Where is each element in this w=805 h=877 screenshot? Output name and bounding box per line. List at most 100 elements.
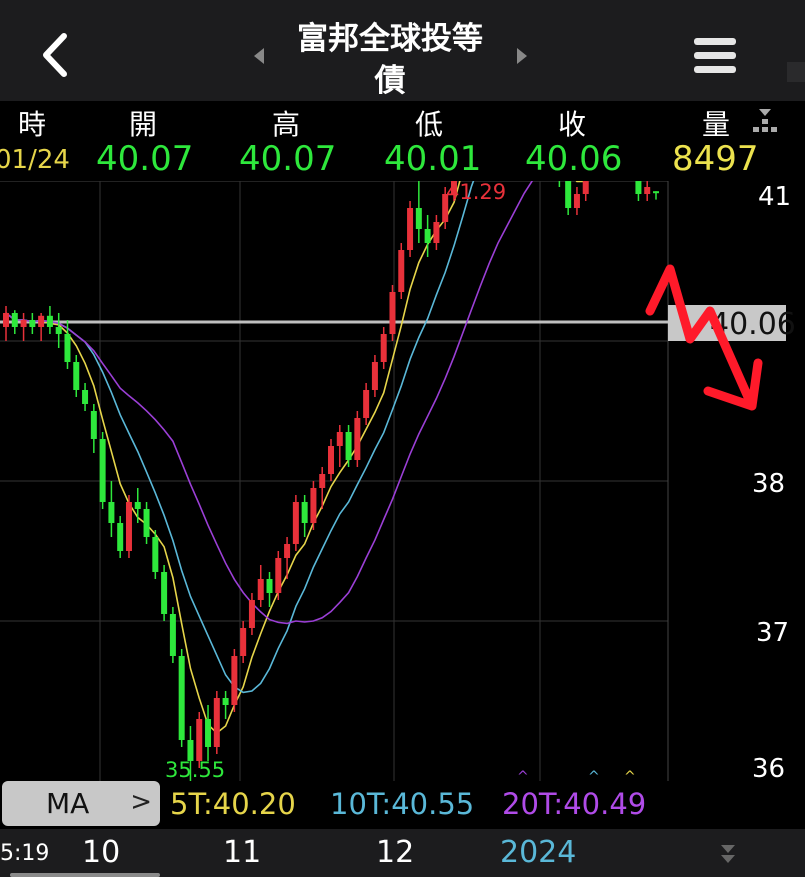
menu-icon[interactable] [690, 34, 740, 78]
time-left-label: 5:19 [0, 841, 50, 866]
quote-close: 40.06 [525, 139, 623, 179]
candle-body [292, 502, 299, 544]
candle-body [573, 194, 580, 208]
high-marker: 41.29 [446, 181, 506, 204]
label-volume: 量 [702, 108, 731, 141]
label-high: 高 [272, 108, 301, 141]
candle-body [55, 327, 62, 334]
quote-high: 40.07 [239, 139, 337, 179]
ma-selector-button[interactable]: MA > [2, 781, 160, 826]
candle-body [284, 544, 291, 558]
next-fund-icon[interactable] [515, 46, 529, 66]
candle-body [240, 628, 247, 656]
prev-fund-icon[interactable] [252, 46, 266, 66]
candle-body [582, 181, 589, 194]
candle-body [275, 558, 282, 593]
candle-body [345, 432, 352, 460]
candle-body [38, 315, 45, 327]
quote-date: 01/24 [0, 145, 70, 175]
y-tick-36: 36 [752, 754, 785, 781]
scroll-indicator [10, 873, 160, 877]
candle-body [46, 315, 53, 327]
candle-body [64, 334, 71, 362]
label-low: 低 [415, 108, 444, 141]
candle-body [73, 362, 80, 390]
candle-body [433, 222, 440, 243]
candle-body [371, 362, 378, 390]
candle-body [389, 292, 396, 334]
title-line2: 債 [374, 63, 406, 99]
time-axis: 5:19 10 11 12 2024 [0, 829, 805, 877]
candle-body [29, 320, 36, 327]
label-time: 時 [18, 108, 47, 141]
header-edge [787, 62, 805, 82]
back-arrow-icon[interactable] [34, 30, 74, 80]
x-tick-10: 10 [82, 835, 121, 870]
candle-body [82, 390, 89, 404]
marker-3: ^ [624, 769, 636, 781]
candle-body [178, 656, 185, 740]
candle-body [415, 208, 422, 229]
candle-body [328, 446, 334, 474]
candle-body [248, 600, 255, 628]
candle-body [653, 191, 659, 194]
quote-row: 時 開 高 低 收 量 01/24 40.07 40.07 40.01 40.0… [0, 101, 805, 181]
candle-body [213, 698, 220, 747]
candle-body [143, 509, 150, 537]
candle-body [134, 502, 141, 509]
candle-body [565, 181, 572, 208]
candle-body [222, 698, 229, 705]
candle-body [644, 187, 651, 194]
candle-body [310, 488, 317, 523]
ma10-value: 10T:40.55 [330, 787, 475, 821]
candle-body [398, 250, 405, 292]
candle-body [152, 537, 159, 572]
marker-1: ^ [517, 769, 529, 781]
candle-body [117, 523, 124, 551]
scroll-down-icon[interactable] [718, 843, 738, 865]
candle-body [257, 579, 264, 600]
low-marker: 35.55 [165, 758, 225, 781]
candle-body [231, 656, 238, 705]
page-title: 富邦全球投等 債 [270, 18, 510, 102]
candle-body [635, 181, 642, 194]
x-tick-12: 12 [376, 835, 415, 870]
chevron-right-icon: > [130, 787, 152, 817]
candle-body [196, 719, 203, 761]
ma-button-label: MA [46, 787, 90, 820]
ma-bar: MA > 5T:40.20 10T:40.55 20T:40.49 [0, 781, 805, 829]
x-tick-11: 11 [223, 835, 262, 870]
ma5-value: 5T:40.20 [170, 787, 296, 821]
candle-body [336, 432, 343, 446]
candle-body [108, 502, 115, 523]
quote-open: 40.07 [96, 139, 194, 179]
candle-body [125, 502, 132, 551]
candle-body [11, 313, 18, 327]
ma20-value: 20T:40.49 [502, 787, 647, 821]
x-tick-2024: 2024 [500, 835, 577, 870]
y-tick-38: 38 [752, 469, 785, 499]
candle-body [424, 229, 431, 243]
candle-body [3, 313, 9, 327]
candle-body [380, 334, 387, 362]
candle-body [161, 572, 168, 614]
candlestick-chart[interactable]: 41 38 37 36 40.06 41.29 35.55 ^ ^ ^ [0, 181, 805, 781]
quote-low: 40.01 [384, 139, 482, 179]
y-tick-41: 41 [758, 182, 791, 212]
settings-dots-icon[interactable] [748, 107, 782, 135]
label-close: 收 [558, 108, 587, 141]
candle-body [354, 418, 361, 460]
candle-body [20, 320, 27, 327]
candle-body [169, 614, 176, 656]
candle-body [301, 502, 308, 523]
candle-body [407, 208, 414, 250]
title-line1: 富邦全球投等 [297, 21, 483, 57]
candle-body [319, 474, 326, 488]
candle-body [99, 439, 106, 502]
quote-volume: 8497 [672, 139, 759, 179]
y-tick-37: 37 [756, 618, 789, 648]
candle-body [90, 411, 97, 439]
candle-body [266, 579, 273, 593]
marker-2: ^ [588, 769, 600, 781]
app-header: 富邦全球投等 債 [0, 0, 805, 101]
